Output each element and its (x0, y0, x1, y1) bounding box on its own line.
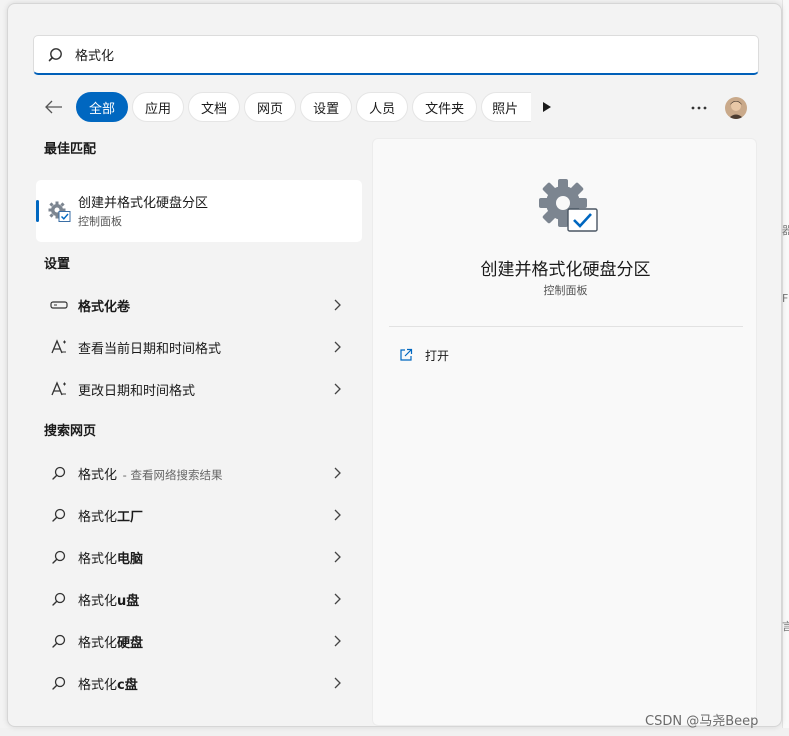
search-box[interactable] (33, 35, 759, 75)
search-icon (49, 463, 69, 483)
preview-title: 创建并格式化硬盘分区 (480, 260, 651, 280)
back-arrow-icon (45, 100, 62, 114)
chevron-right-icon (334, 509, 341, 521)
results-list: 最佳匹配 创建并格式化硬盘分区 控制面板 设置 格式化卷 查看当前日期和时间格式… (36, 140, 364, 704)
chevron-right-icon (334, 593, 341, 605)
chevron-right-icon (334, 299, 341, 311)
chevron-right-icon (334, 635, 341, 647)
start-search-panel: 全部 应用 文档 网页 设置 人员 文件夹 照片 最佳匹配 (7, 3, 782, 727)
tab-documents[interactable]: 文档 (188, 92, 241, 122)
search-icon (49, 547, 69, 567)
search-icon (49, 505, 69, 525)
section-web-search: 搜索网页 (44, 424, 97, 439)
web-result-label: 格式化工厂 (78, 509, 144, 525)
settings-item-label: 格式化卷 (78, 299, 131, 315)
best-match-subtitle: 控制面板 (78, 215, 122, 228)
best-match-item[interactable]: 创建并格式化硬盘分区 控制面板 (36, 180, 362, 242)
web-result-label: 格式化硬盘 (78, 635, 144, 651)
settings-item-format-volume[interactable]: 格式化卷 (36, 284, 362, 326)
open-action-label: 打开 (425, 348, 450, 363)
settings-item-change-date-format[interactable]: 更改日期和时间格式 (36, 368, 362, 410)
avatar-icon (725, 97, 747, 119)
search-icon (49, 589, 69, 609)
play-triangle-icon (543, 102, 552, 112)
web-result-item[interactable]: 格式化工厂 (36, 494, 362, 536)
web-result-label: 格式化u盘 (78, 593, 140, 609)
tab-web[interactable]: 网页 (244, 92, 297, 122)
watermark: CSDN @马尧Beep (645, 714, 759, 729)
web-result-label: 格式化 - 查看网络搜索结果 (78, 467, 223, 483)
web-result-item[interactable]: 格式化电脑 (36, 536, 362, 578)
chevron-right-icon (334, 467, 341, 479)
font-a-icon (49, 337, 69, 357)
tab-settings[interactable]: 设置 (300, 92, 353, 122)
tab-photos[interactable]: 照片 (481, 92, 532, 122)
section-best-match: 最佳匹配 (44, 142, 97, 157)
chevron-right-icon (334, 383, 341, 395)
background-text-fragment: 言 (782, 620, 789, 633)
tab-people[interactable]: 人员 (356, 92, 409, 122)
section-settings: 设置 (44, 257, 71, 272)
chevron-right-icon (334, 341, 341, 353)
drive-icon (49, 295, 69, 315)
tab-folders[interactable]: 文件夹 (412, 92, 478, 122)
font-a-icon (49, 379, 69, 399)
web-result-item[interactable]: 格式化 - 查看网络搜索结果 (36, 452, 362, 494)
web-result-item[interactable]: 格式化硬盘 (36, 620, 362, 662)
web-result-label: 格式化电脑 (78, 551, 144, 567)
settings-item-label: 查看当前日期和时间格式 (78, 341, 222, 357)
web-result-item[interactable]: 格式化c盘 (36, 662, 362, 704)
tab-apps[interactable]: 应用 (132, 92, 185, 122)
tab-all[interactable]: 全部 (76, 92, 129, 122)
settings-item-label: 更改日期和时间格式 (78, 383, 196, 399)
ellipsis-icon (691, 106, 707, 110)
control-panel-gear-icon (539, 179, 598, 232)
divider (389, 326, 743, 327)
search-icon (48, 47, 62, 61)
user-avatar[interactable] (725, 97, 747, 119)
chevron-right-icon (334, 551, 341, 563)
settings-item-view-date-format[interactable]: 查看当前日期和时间格式 (36, 326, 362, 368)
search-icon (49, 673, 69, 693)
preview-pane: 创建并格式化硬盘分区 控制面板 打开 (372, 138, 757, 726)
back-button[interactable] (38, 91, 70, 123)
background-text-fragment: F (782, 292, 789, 305)
web-result-item[interactable]: 格式化u盘 (36, 578, 362, 620)
preview-subtitle: 控制面板 (543, 284, 588, 297)
search-input[interactable] (75, 39, 675, 70)
background-text-fragment: 器 (782, 224, 789, 237)
chevron-right-icon (334, 677, 341, 689)
search-icon (49, 631, 69, 651)
best-match-title: 创建并格式化硬盘分区 (78, 196, 209, 211)
background-taskbar-edge (0, 728, 789, 736)
filter-tabs: 全部 应用 文档 网页 设置 人员 文件夹 照片 (38, 90, 758, 124)
selection-indicator (36, 200, 39, 222)
more-options-button[interactable] (688, 100, 710, 116)
web-result-label: 格式化c盘 (78, 677, 138, 693)
control-panel-gear-icon (48, 201, 71, 222)
open-external-icon (400, 348, 413, 361)
more-tabs-button[interactable] (535, 92, 559, 122)
open-action[interactable]: 打开 (399, 345, 449, 365)
